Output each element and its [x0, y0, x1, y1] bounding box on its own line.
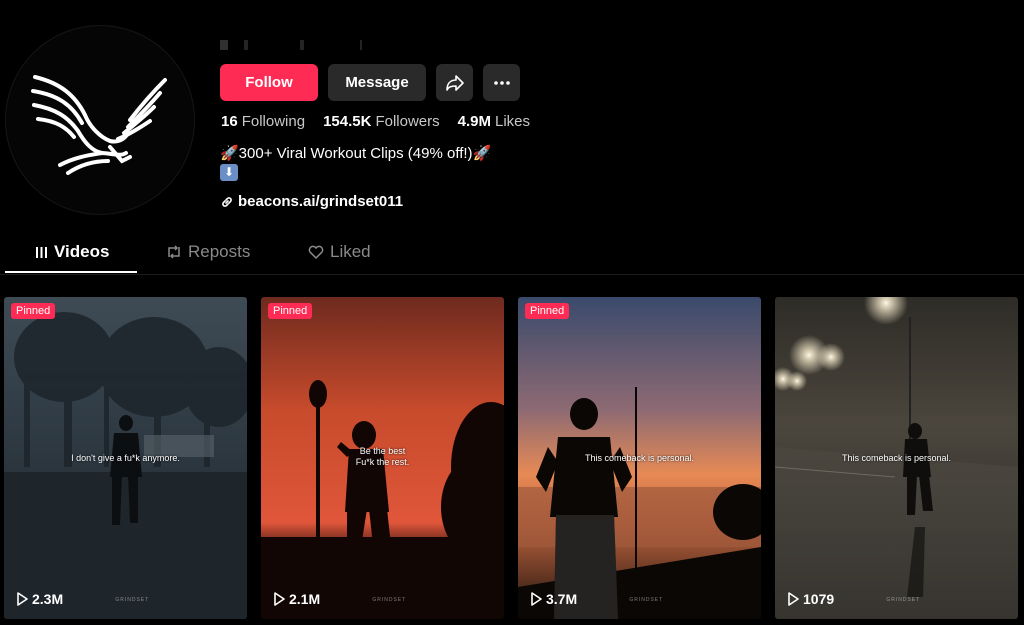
tab-liked-label: Liked: [330, 242, 371, 261]
profile-avatar[interactable]: [5, 25, 195, 215]
followers-count: 154.5K: [323, 113, 372, 130]
profile-link[interactable]: beacons.ai/grindset011: [220, 193, 403, 210]
following-label: Following: [241, 113, 306, 130]
video-watermark: GRINDSET: [115, 597, 150, 603]
view-count: 2.3M: [16, 591, 63, 607]
video-caption: This comeback is personal.: [841, 453, 952, 463]
likes-label: Likes: [494, 113, 531, 130]
pinned-badge: Pinned: [11, 303, 56, 319]
share-button[interactable]: [436, 64, 473, 101]
following-stat[interactable]: 16 Following: [221, 113, 305, 130]
play-icon: [531, 592, 542, 606]
bio-text: 🚀300+ Viral Workout Clips (49% off!)🚀: [220, 145, 492, 162]
view-count-value: 3.7M: [546, 591, 578, 607]
tab-videos-label: Videos: [54, 242, 110, 261]
pinned-badge: Pinned: [525, 303, 570, 319]
down-arrow-emoji: ⬇: [220, 164, 238, 181]
profile-link-text: beacons.ai/grindset011: [238, 193, 404, 210]
video-card[interactable]: This comeback is personal. GRINDSET 1079: [775, 297, 1018, 619]
video-watermark: GRINDSET: [886, 597, 921, 603]
play-icon: [788, 592, 799, 606]
view-count: 3.7M: [530, 591, 577, 607]
tab-reposts[interactable]: Reposts: [166, 242, 250, 262]
profile-tabs: Videos Reposts Liked: [0, 232, 1024, 275]
view-count: 2.1M: [273, 591, 320, 607]
eagle-logo: [31, 75, 167, 175]
video-card[interactable]: Pinned Be the best Fu*k the rest. GRINDS…: [261, 297, 504, 619]
likes-count: 4.9M: [457, 113, 491, 130]
followers-stat[interactable]: 154.5K Followers: [323, 113, 440, 130]
play-icon: [274, 592, 285, 606]
tab-liked[interactable]: Liked: [308, 242, 371, 262]
likes-stat: 4.9M Likes: [458, 113, 530, 130]
bio-arrow: ⬇: [220, 163, 238, 181]
video-caption: This comeback is personal.: [584, 453, 695, 463]
view-count-value: 2.1M: [289, 591, 321, 607]
pinned-badge: Pinned: [268, 303, 313, 319]
grid-icon: [36, 246, 47, 258]
follow-button[interactable]: Follow: [220, 64, 318, 101]
video-card[interactable]: Pinned This comeback is personal. GRINDS…: [518, 297, 761, 619]
video-card[interactable]: Pinned I don't give a fu*k anymore. GRIN…: [4, 297, 247, 619]
more-button[interactable]: [483, 64, 520, 101]
video-caption: I don't give a fu*k anymore.: [71, 453, 180, 463]
active-tab-indicator: [5, 271, 137, 273]
link-icon: [222, 196, 232, 207]
view-count: 1079: [787, 591, 834, 607]
tab-videos[interactable]: Videos: [35, 242, 109, 262]
profile-actions: Follow Message: [220, 64, 520, 101]
play-icon: [17, 592, 28, 606]
view-count-value: 1079: [803, 591, 835, 607]
following-count: 16: [221, 113, 238, 130]
tab-reposts-label: Reposts: [188, 242, 251, 261]
video-watermark: GRINDSET: [372, 597, 407, 603]
profile-stats: 16 Following 154.5K Followers 4.9M Likes: [221, 113, 530, 130]
video-watermark: GRINDSET: [629, 597, 664, 603]
heart-icon: [308, 245, 324, 259]
repost-icon: [168, 245, 180, 259]
view-count-value: 2.3M: [32, 591, 64, 607]
followers-label: Followers: [375, 113, 440, 130]
video-caption: Be the best Fu*k the rest.: [355, 446, 410, 467]
message-button[interactable]: Message: [328, 64, 426, 101]
share-icon: [445, 74, 464, 91]
more-icon: [493, 80, 510, 85]
username-redacted: [220, 40, 420, 50]
